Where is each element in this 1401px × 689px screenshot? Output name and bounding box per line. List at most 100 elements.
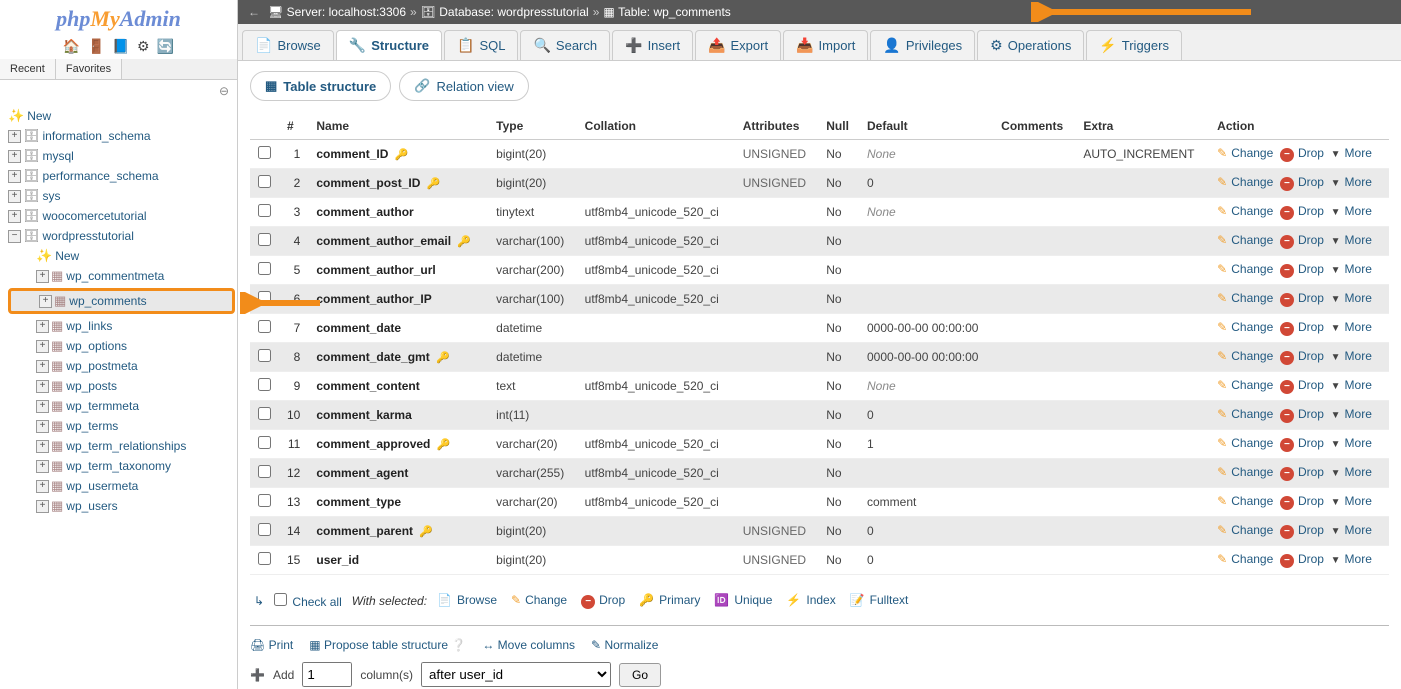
- tree-label[interactable]: wp_links: [66, 319, 112, 333]
- add-count-input[interactable]: [302, 662, 352, 687]
- change-link[interactable]: Change: [1231, 262, 1273, 276]
- expand-icon[interactable]: +: [36, 500, 49, 513]
- drop-link[interactable]: Drop: [1298, 436, 1324, 450]
- drop-link[interactable]: Drop: [1298, 465, 1324, 479]
- more-link[interactable]: More: [1345, 175, 1372, 189]
- tree-table-wp_options[interactable]: +▦wp_options: [8, 336, 237, 356]
- drop-link[interactable]: Drop: [1298, 291, 1324, 305]
- tree-label[interactable]: mysql: [43, 149, 74, 163]
- tree-table-wp_term_relationships[interactable]: +▦wp_term_relationships: [8, 436, 237, 456]
- more-link[interactable]: More: [1345, 146, 1372, 160]
- drop-link[interactable]: Drop: [1298, 349, 1324, 363]
- tree-label[interactable]: wp_posts: [66, 379, 117, 393]
- change-link[interactable]: Change: [1231, 378, 1273, 392]
- expand-icon[interactable]: +: [8, 150, 21, 163]
- tree-table-wp_users[interactable]: +▦wp_users: [8, 496, 237, 516]
- expand-icon[interactable]: +: [36, 440, 49, 453]
- change-link[interactable]: Change: [1231, 407, 1273, 421]
- row-checkbox[interactable]: [258, 175, 271, 188]
- settings-icon[interactable]: ⚙: [137, 38, 150, 54]
- change-link[interactable]: Change: [1231, 233, 1273, 247]
- expand-icon[interactable]: +: [36, 420, 49, 433]
- more-link[interactable]: More: [1345, 494, 1372, 508]
- more-link[interactable]: More: [1345, 465, 1372, 479]
- tree-label[interactable]: information_schema: [43, 129, 151, 143]
- drop-link[interactable]: Drop: [1298, 378, 1324, 392]
- row-checkbox[interactable]: [258, 349, 271, 362]
- tree-table-wp_commentmeta[interactable]: +▦wp_commentmeta: [8, 266, 237, 286]
- expand-icon[interactable]: +: [36, 360, 49, 373]
- add-position-select[interactable]: after user_id: [421, 662, 611, 687]
- tree-label[interactable]: wp_users: [66, 499, 117, 513]
- bulk-change[interactable]: Change: [525, 593, 567, 607]
- row-checkbox[interactable]: [258, 320, 271, 333]
- drop-link[interactable]: Drop: [1298, 552, 1324, 566]
- change-link[interactable]: Change: [1231, 523, 1273, 537]
- expand-icon[interactable]: +: [8, 130, 21, 143]
- tree-label[interactable]: New: [55, 249, 79, 263]
- tab-triggers[interactable]: ⚡Triggers: [1086, 30, 1182, 60]
- tree-label[interactable]: woocomercetutorial: [43, 209, 147, 223]
- expand-icon[interactable]: +: [36, 480, 49, 493]
- drop-link[interactable]: Drop: [1298, 204, 1324, 218]
- tree-label[interactable]: wp_comments: [69, 294, 146, 308]
- row-checkbox[interactable]: [258, 465, 271, 478]
- go-button[interactable]: Go: [619, 663, 661, 687]
- tree-label[interactable]: wp_commentmeta: [66, 269, 164, 283]
- drop-link[interactable]: Drop: [1298, 407, 1324, 421]
- more-link[interactable]: More: [1345, 291, 1372, 305]
- check-all-checkbox[interactable]: [274, 593, 287, 606]
- change-link[interactable]: Change: [1231, 436, 1273, 450]
- expand-icon[interactable]: +: [36, 460, 49, 473]
- help-icon[interactable]: ❔: [451, 638, 466, 652]
- expand-icon[interactable]: +: [36, 320, 49, 333]
- drop-link[interactable]: Drop: [1298, 175, 1324, 189]
- tree-label[interactable]: New: [27, 109, 51, 123]
- change-link[interactable]: Change: [1231, 552, 1273, 566]
- bulk-primary[interactable]: Primary: [659, 593, 700, 607]
- check-all-label[interactable]: Check all: [292, 595, 341, 609]
- drop-link[interactable]: Drop: [1298, 494, 1324, 508]
- change-link[interactable]: Change: [1231, 146, 1273, 160]
- row-checkbox[interactable]: [258, 262, 271, 275]
- logout-icon[interactable]: 🚪: [87, 38, 104, 54]
- tab-recent[interactable]: Recent: [0, 59, 56, 79]
- tree-table-wp_term_taxonomy[interactable]: +▦wp_term_taxonomy: [8, 456, 237, 476]
- tab-privileges[interactable]: 👤Privileges: [870, 30, 975, 60]
- tree-db-woocomercetutorial[interactable]: +🗄woocomercetutorial: [8, 206, 237, 226]
- change-link[interactable]: Change: [1231, 465, 1273, 479]
- row-checkbox[interactable]: [258, 523, 271, 536]
- print-link[interactable]: 🖨 Print: [250, 638, 293, 652]
- tree-table-wp_comments[interactable]: +▦wp_comments: [8, 288, 235, 314]
- bulk-browse[interactable]: Browse: [457, 593, 497, 607]
- drop-link[interactable]: Drop: [1298, 523, 1324, 537]
- nav-back-icon[interactable]: ←: [248, 5, 260, 19]
- normalize-link[interactable]: ✎ Normalize: [591, 638, 658, 652]
- tree-db-wordpresstutorial[interactable]: −🗄wordpresstutorial: [8, 226, 237, 246]
- tab-favorites[interactable]: Favorites: [56, 59, 122, 79]
- more-link[interactable]: More: [1345, 523, 1372, 537]
- row-checkbox[interactable]: [258, 552, 271, 565]
- drop-link[interactable]: Drop: [1298, 233, 1324, 247]
- more-link[interactable]: More: [1345, 349, 1372, 363]
- tab-browse[interactable]: 📄Browse: [242, 30, 334, 60]
- reload-icon[interactable]: 🔄: [157, 38, 174, 54]
- more-link[interactable]: More: [1345, 204, 1372, 218]
- change-link[interactable]: Change: [1231, 494, 1273, 508]
- row-checkbox[interactable]: [258, 146, 271, 159]
- logo[interactable]: phpMyAdmin: [0, 0, 237, 34]
- row-checkbox[interactable]: [258, 407, 271, 420]
- tree-table-wp_terms[interactable]: +▦wp_terms: [8, 416, 237, 436]
- tree-label[interactable]: performance_schema: [43, 169, 159, 183]
- bulk-index[interactable]: Index: [806, 593, 835, 607]
- more-link[interactable]: More: [1345, 320, 1372, 334]
- row-checkbox[interactable]: [258, 378, 271, 391]
- drop-link[interactable]: Drop: [1298, 320, 1324, 334]
- tree-db-mysql[interactable]: +🗄mysql: [8, 146, 237, 166]
- tab-sql[interactable]: 📋SQL: [444, 30, 518, 60]
- more-link[interactable]: More: [1345, 436, 1372, 450]
- tree-table-wp_postmeta[interactable]: +▦wp_postmeta: [8, 356, 237, 376]
- drop-link[interactable]: Drop: [1298, 262, 1324, 276]
- breadcrumb-server[interactable]: localhost:3306: [329, 5, 406, 19]
- tab-export[interactable]: 📤Export: [695, 30, 781, 60]
